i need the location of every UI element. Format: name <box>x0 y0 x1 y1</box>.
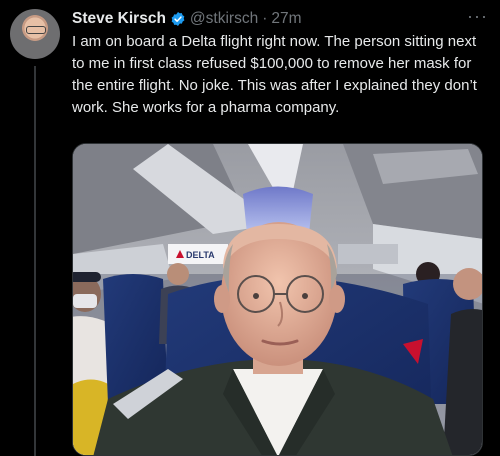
more-options-icon[interactable]: ··· <box>467 6 488 27</box>
timestamp[interactable]: 27m <box>271 10 301 28</box>
delta-sign: DELTA <box>186 250 215 260</box>
thread-line <box>34 66 36 456</box>
airplane-cabin-selfie: DELTA <box>73 144 482 455</box>
author-handle[interactable]: @stkirsch <box>190 10 258 28</box>
verified-badge-icon <box>171 12 185 26</box>
author-name[interactable]: Steve Kirsch <box>72 10 166 28</box>
tweet-photo[interactable]: DELTA <box>72 143 483 456</box>
tweet-text: I am on board a Delta flight right now. … <box>72 33 477 116</box>
avatar[interactable] <box>10 9 60 59</box>
tweet-header: Steve Kirsch @stkirsch · 27m <box>72 8 490 30</box>
separator-dot: · <box>262 10 268 27</box>
avatar-glasses <box>26 26 46 34</box>
